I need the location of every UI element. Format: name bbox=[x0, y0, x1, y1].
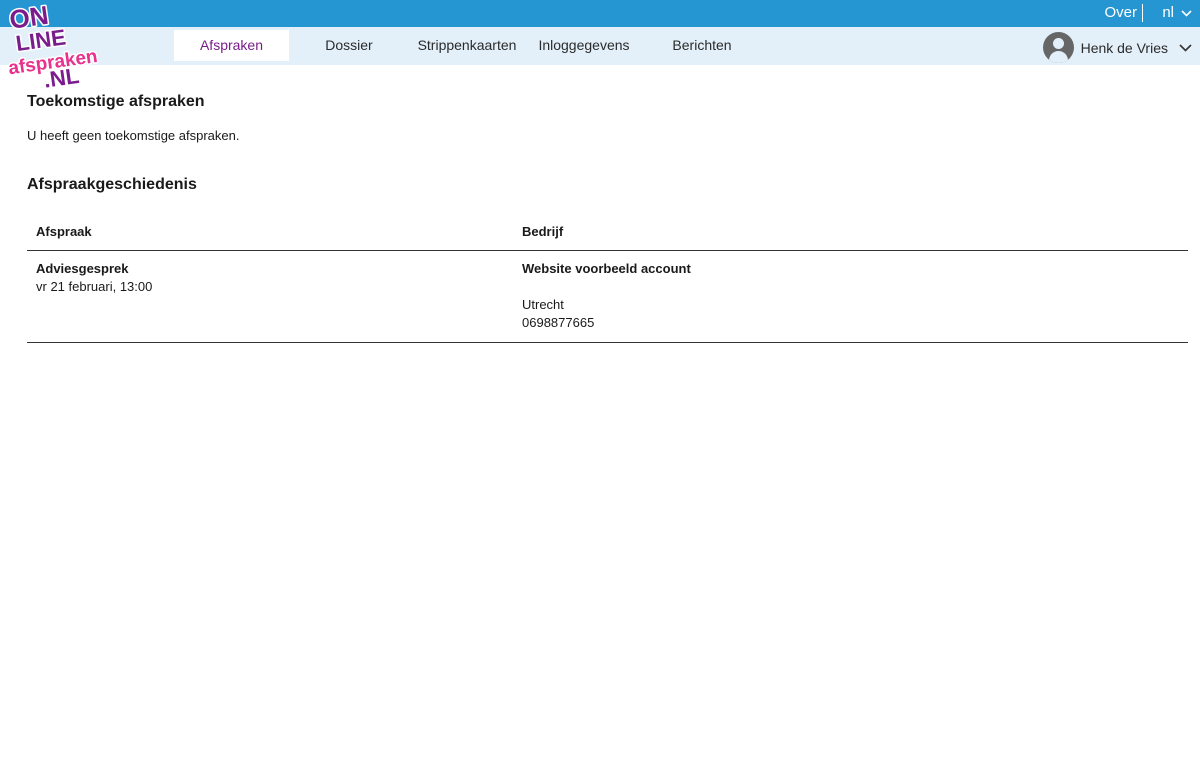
chevron-down-icon bbox=[1179, 43, 1192, 52]
user-avatar-icon bbox=[1042, 32, 1074, 63]
tab-inloggegevens[interactable]: Inloggegevens bbox=[536, 30, 632, 61]
company-city: Utrecht bbox=[522, 297, 564, 312]
main-navigation: Afspraken Dossier Strippenkaarten Inlogg… bbox=[0, 27, 1200, 65]
company-name: Website voorbeeld account bbox=[522, 261, 691, 276]
user-menu[interactable]: Henk de Vries bbox=[1042, 32, 1192, 63]
language-label: nl bbox=[1162, 4, 1174, 21]
chevron-down-icon bbox=[1181, 9, 1192, 17]
table-row[interactable]: Adviesgesprek vr 21 februari, 13:00 Webs… bbox=[27, 250, 1188, 343]
appointment-type: Adviesgesprek bbox=[36, 261, 129, 276]
user-name: Henk de Vries bbox=[1080, 39, 1168, 56]
column-header-afspraak: Afspraak bbox=[27, 218, 513, 251]
appointment-cell: Adviesgesprek vr 21 februari, 13:00 bbox=[27, 250, 513, 343]
main-content: Toekomstige afspraken U heeft geen toeko… bbox=[27, 92, 1188, 343]
tab-strippenkaarten[interactable]: Strippenkaarten bbox=[410, 30, 524, 61]
company-cell: Website voorbeeld account Utrecht 069887… bbox=[513, 250, 1188, 343]
history-title: Afspraakgeschiedenis bbox=[27, 176, 197, 193]
language-selector[interactable]: nl bbox=[1162, 4, 1192, 22]
tab-dossier[interactable]: Dossier bbox=[310, 30, 388, 61]
tab-berichten[interactable]: Berichten bbox=[662, 30, 742, 61]
onlineafspraken-logo[interactable]: ON LINE afspraken .NL bbox=[4, 2, 116, 88]
upcoming-title: Toekomstige afspraken bbox=[27, 93, 205, 110]
appointment-datetime: vr 21 februari, 13:00 bbox=[36, 279, 153, 294]
column-header-bedrijf: Bedrijf bbox=[513, 218, 1188, 251]
no-upcoming-message: U heeft geen toekomstige afspraken. bbox=[27, 128, 240, 143]
company-phone: 0698877665 bbox=[522, 315, 595, 330]
history-table: Afspraak Bedrijf Adviesgesprek vr 21 feb… bbox=[27, 218, 1188, 343]
logo-text-nl: .NL bbox=[42, 63, 81, 88]
tab-afspraken[interactable]: Afspraken bbox=[174, 30, 289, 61]
top-bar: Over nl bbox=[0, 0, 1200, 27]
table-header-row: Afspraak Bedrijf bbox=[27, 218, 1188, 251]
over-link[interactable]: Over bbox=[1104, 4, 1143, 22]
